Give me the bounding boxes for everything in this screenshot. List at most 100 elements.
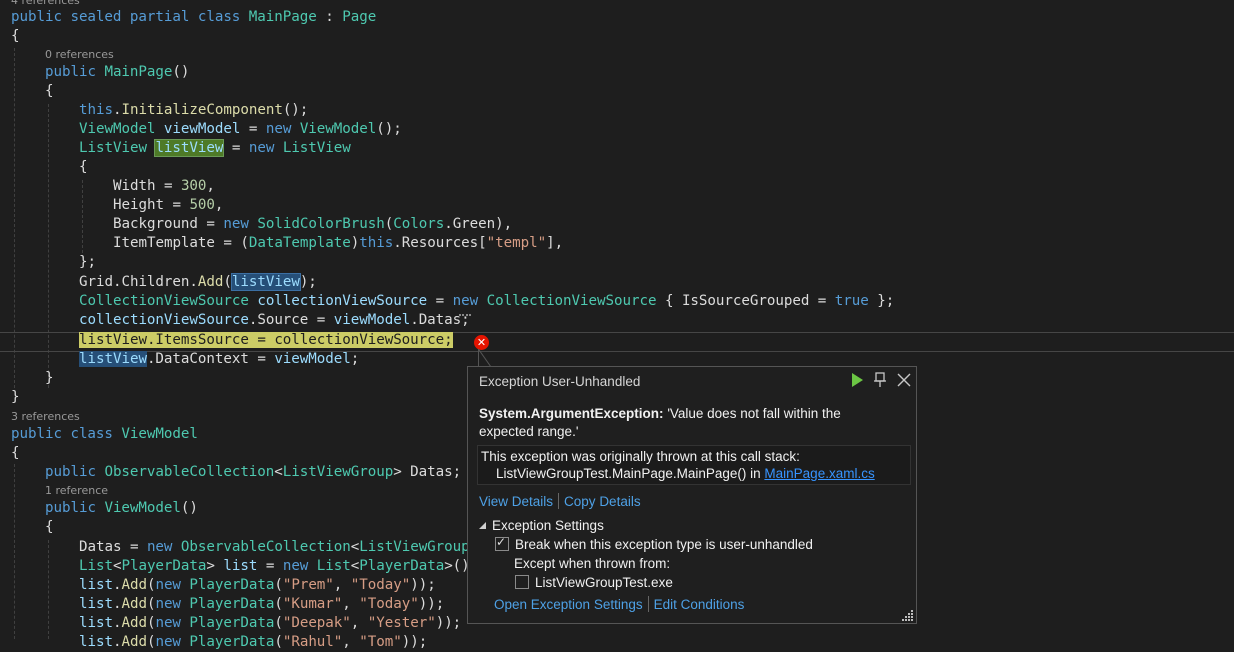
code-token: Add	[121, 577, 147, 593]
break-checkbox-row[interactable]: Break when this exception type is user-u…	[495, 535, 813, 552]
code-line[interactable]: {	[45, 518, 54, 537]
code-token: partial	[129, 9, 198, 25]
code-line-content: list.Add(new PlayerData("Prem", "Today")…	[79, 577, 436, 593]
code-line[interactable]: listView.DataContext = viewModel;	[79, 350, 359, 369]
view-details-link[interactable]: View Details	[479, 494, 553, 509]
code-token: <	[274, 464, 283, 480]
code-line[interactable]: public ViewModel()	[45, 499, 198, 518]
open-exception-settings-link[interactable]: Open Exception Settings	[494, 597, 643, 612]
code-token: }	[45, 370, 54, 386]
source-file-link[interactable]: MainPage.xaml.cs	[764, 466, 874, 481]
code-line[interactable]: {	[79, 158, 88, 177]
code-line-content: public ViewModel()	[45, 500, 198, 516]
code-line-content: public sealed partial class MainPage : P…	[11, 9, 376, 25]
code-token: "Prem"	[282, 577, 334, 593]
code-token: CollectionViewSource	[486, 293, 657, 309]
code-line-content: {	[11, 445, 20, 461]
code-line-content: Width = 300,	[113, 178, 215, 194]
code-token: (	[384, 216, 394, 232]
code-token: "Rahul"	[282, 634, 343, 650]
code-line[interactable]: public sealed partial class MainPage : P…	[11, 8, 376, 27]
code-line[interactable]: Datas = new ObservableCollection<ListVie…	[79, 538, 504, 557]
code-token: collectionViewSource	[79, 312, 249, 328]
popup-pointer	[478, 349, 491, 366]
code-line[interactable]: CollectionViewSource collectionViewSourc…	[79, 292, 894, 311]
module-checkbox[interactable]	[515, 575, 529, 589]
code-line[interactable]: };	[79, 253, 96, 272]
code-token: .Green),	[444, 216, 513, 232]
code-line[interactable]: List<PlayerData> list = new List<PlayerD…	[79, 557, 478, 576]
close-button[interactable]	[895, 371, 913, 389]
code-line[interactable]: list.Add(new PlayerData("Kumar", "Today"…	[79, 595, 444, 614]
code-token: Colors	[393, 216, 445, 232]
code-line[interactable]: }	[11, 388, 20, 407]
exception-settings-header: Exception Settings	[492, 518, 604, 533]
code-token: ()	[172, 64, 190, 80]
resize-grip-icon[interactable]	[902, 609, 914, 621]
code-token: .DataContext =	[146, 351, 275, 367]
module-checkbox-row[interactable]: ListViewGroupTest.exe	[515, 575, 673, 590]
code-line[interactable]: list.Add(new PlayerData("Rahul", "Tom"))…	[79, 633, 427, 652]
break-checkbox[interactable]	[495, 535, 509, 551]
code-line[interactable]: {	[11, 27, 20, 46]
codelens-class-references[interactable]: 4 references	[11, 0, 80, 8]
code-token: Height =	[113, 197, 190, 213]
code-line[interactable]: list.Add(new PlayerData("Prem", "Today")…	[79, 576, 436, 595]
code-line[interactable]: }	[45, 369, 54, 388]
code-line[interactable]: Background = new SolidColorBrush(Colors.…	[113, 215, 512, 234]
continue-button[interactable]	[848, 371, 866, 389]
code-line[interactable]: public ObservableCollection<ListViewGrou…	[45, 463, 461, 482]
code-line[interactable]: this.InitializeComponent();	[79, 101, 308, 120]
codelens-viewmodel-references[interactable]: 3 references	[11, 410, 80, 424]
code-line[interactable]: ListView listView = new ListView	[79, 139, 351, 158]
code-line-content: ListView listView = new ListView	[79, 139, 351, 157]
code-token: sealed	[70, 9, 130, 25]
code-line-content: list.Add(new PlayerData("Rahul", "Tom"))…	[79, 634, 427, 650]
code-token: PlayerData	[359, 558, 445, 574]
code-token: list	[79, 634, 113, 650]
exception-settings-toggle[interactable]: Exception Settings	[479, 518, 604, 533]
code-token: >	[206, 558, 224, 574]
code-line[interactable]: listView.ItemsSource = collectionViewSou…	[79, 331, 453, 350]
code-line[interactable]: {	[11, 444, 20, 463]
code-line-content: Datas = new ObservableCollection<ListVie…	[79, 539, 504, 555]
code-token: =	[223, 140, 249, 156]
code-line[interactable]: ViewModel viewModel = new ViewModel();	[79, 120, 402, 139]
code-line[interactable]: list.Add(new PlayerData("Deepak", "Yeste…	[79, 614, 461, 633]
code-line-content: CollectionViewSource collectionViewSourc…	[79, 293, 894, 309]
code-token: Add	[121, 634, 147, 650]
code-token: class	[197, 9, 249, 25]
code-line[interactable]: {	[45, 82, 54, 101]
code-token: ItemTemplate = (	[113, 235, 249, 251]
codelens-ctor-references[interactable]: 0 references	[45, 48, 114, 62]
details-actions: View Details Copy Details	[479, 493, 641, 509]
code-line-content: ItemTemplate = (DataTemplate)this.Resour…	[113, 235, 563, 251]
code-token: =	[257, 558, 283, 574]
code-token: MainPage	[104, 64, 173, 80]
error-icon[interactable]: ✕	[474, 335, 489, 350]
code-token: ObservableCollection	[104, 464, 275, 480]
code-token: PlayerData	[189, 634, 275, 650]
stack-header: This exception was originally thrown at …	[481, 449, 800, 464]
copy-details-link[interactable]: Copy Details	[564, 494, 641, 509]
code-line[interactable]: Width = 300,	[113, 177, 215, 196]
code-token: ();	[282, 102, 309, 118]
code-token: :	[316, 9, 343, 25]
codelens-viewmodel-ctor-references[interactable]: 1 reference	[45, 484, 108, 498]
code-line-content: List<PlayerData> list = new List<PlayerD…	[79, 558, 478, 574]
code-token: ViewModel	[299, 121, 377, 137]
code-line[interactable]: collectionViewSource.Source = viewModel.…	[79, 311, 470, 330]
code-line[interactable]: ItemTemplate = (DataTemplate)this.Resour…	[113, 234, 563, 253]
code-line[interactable]: public MainPage()	[45, 63, 189, 82]
code-line[interactable]: public class ViewModel	[11, 425, 198, 444]
edit-conditions-link[interactable]: Edit Conditions	[654, 597, 745, 612]
code-line[interactable]: Height = 500,	[113, 196, 223, 215]
suggestion-dots	[459, 312, 471, 316]
pin-button[interactable]	[871, 371, 889, 389]
code-line[interactable]: Grid.Children.Add(listView);	[79, 273, 317, 292]
code-token: MainPage	[248, 9, 317, 25]
code-line-content: collectionViewSource.Source = viewModel.…	[79, 312, 470, 328]
code-token: )	[350, 235, 360, 251]
code-token: ,	[214, 197, 224, 213]
code-line-content: Height = 500,	[113, 197, 223, 213]
